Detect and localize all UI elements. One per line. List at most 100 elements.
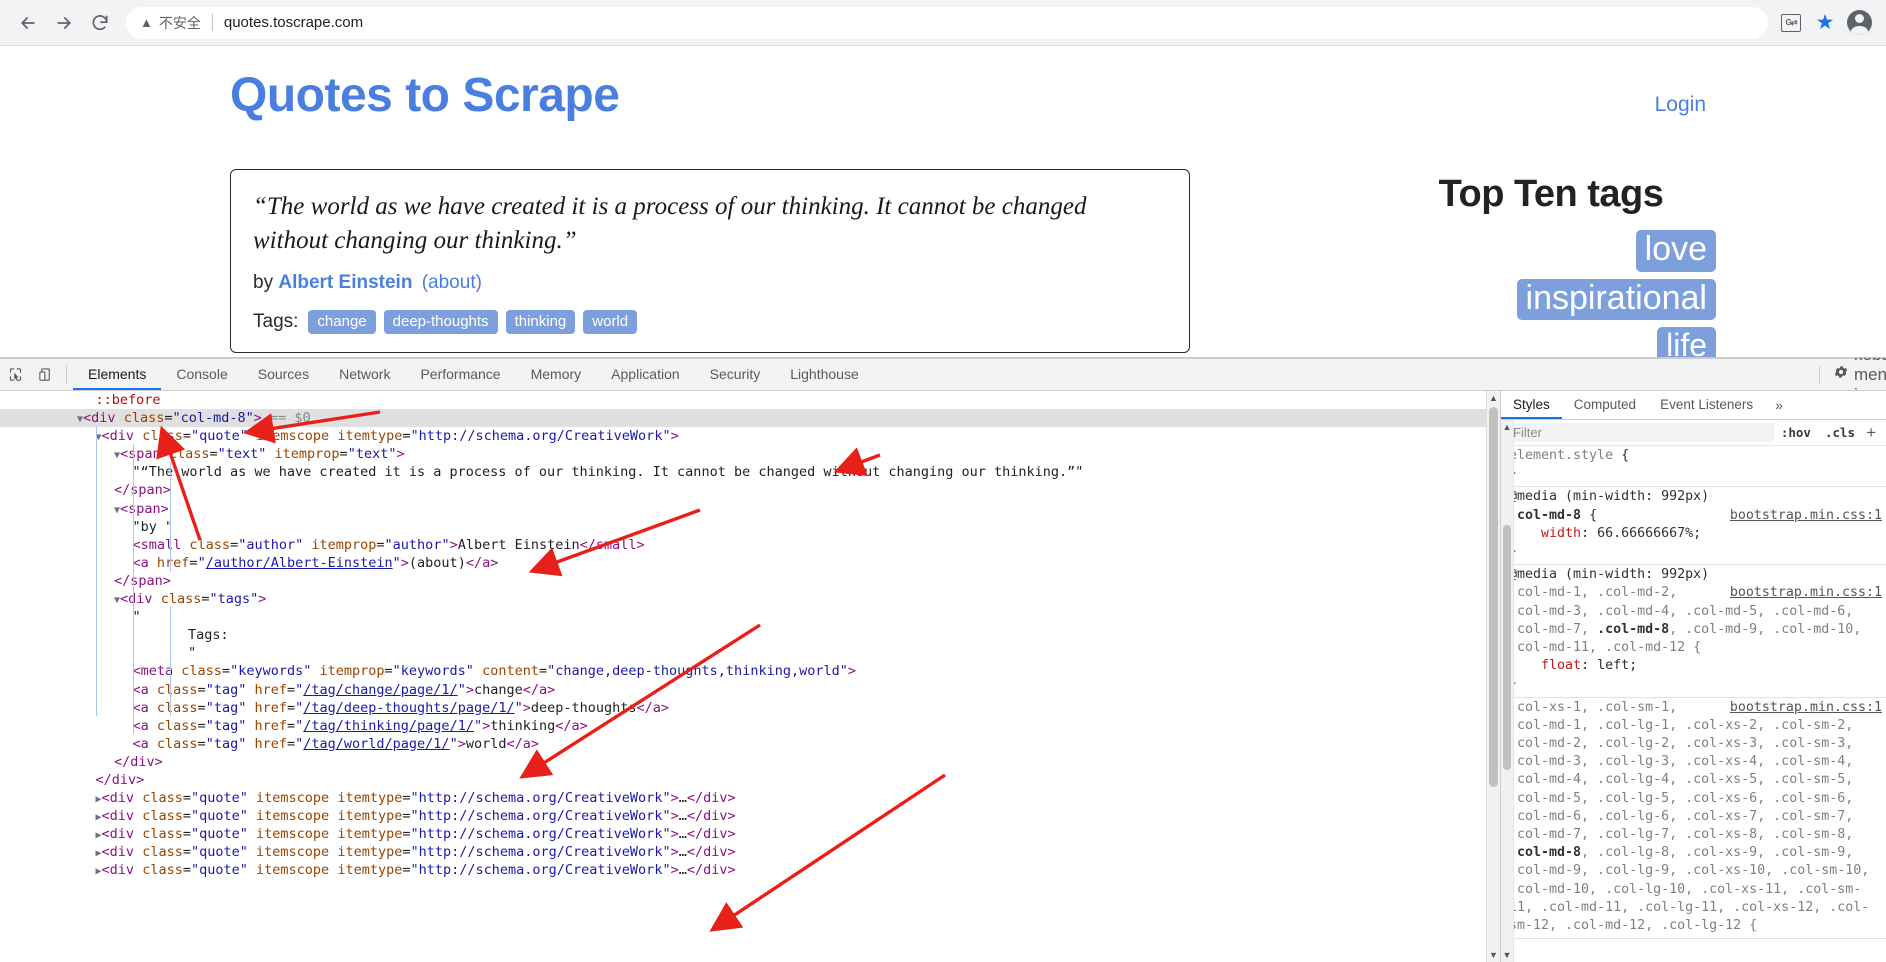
- dom-node-line[interactable]: ▶<div class="quote" itemscope itemtype="…: [0, 861, 1500, 879]
- dom-node-line[interactable]: <a class="tag" href="/tag/change/page/1/…: [0, 681, 1500, 699]
- tree-guide-line: [170, 606, 171, 716]
- tab-performance[interactable]: Performance: [405, 359, 515, 390]
- profile-avatar-icon[interactable]: [1842, 6, 1876, 40]
- tag-cloud: love inspirational life: [1386, 230, 1716, 358]
- dom-node-line[interactable]: "“The world as we have created it is a p…: [0, 463, 1500, 481]
- rule-selector[interactable]: bootstrap.min.css:1.col-md-1, .col-md-2,: [1509, 584, 1886, 602]
- dom-node-line[interactable]: <a class="tag" href="/tag/thinking/page/…: [0, 717, 1500, 735]
- cloud-tag-love[interactable]: love: [1636, 230, 1716, 272]
- dom-node-line[interactable]: ": [0, 608, 1500, 626]
- stylesheet-source-link[interactable]: bootstrap.min.css:1: [1730, 699, 1886, 717]
- rule-selector-cont: .col-md-1, .col-lg-1, .col-xs-2, .col-sm…: [1509, 717, 1886, 735]
- cls-toggle[interactable]: .cls: [1818, 425, 1862, 440]
- devtools-panel: Elements Console Sources Network Perform…: [0, 358, 1886, 962]
- dom-node-line[interactable]: ▼<span>: [0, 500, 1500, 518]
- dom-node-line[interactable]: ▶<div class="quote" itemscope itemtype="…: [0, 843, 1500, 861]
- styles-filter-input[interactable]: [1507, 423, 1774, 442]
- dom-node-line[interactable]: <a href="/author/Albert-Einstein">(about…: [0, 554, 1500, 572]
- tab-computed[interactable]: Computed: [1562, 391, 1648, 419]
- quotes-column: “The world as we have created it is a pr…: [230, 169, 1190, 353]
- tab-elements[interactable]: Elements: [73, 359, 161, 390]
- dom-node-line[interactable]: </span>: [0, 481, 1500, 499]
- bookmark-star-icon[interactable]: ★: [1808, 6, 1842, 40]
- hov-toggle[interactable]: :hov: [1774, 425, 1818, 440]
- dom-node-line[interactable]: </div>: [0, 753, 1500, 771]
- styles-scroll-down-arrow[interactable]: ▼: [1501, 950, 1513, 960]
- tab-sources[interactable]: Sources: [243, 359, 324, 390]
- tab-application[interactable]: Application: [596, 359, 695, 390]
- cloud-tag-life[interactable]: life: [1657, 327, 1716, 358]
- tag-link[interactable]: deep-thoughts: [384, 310, 498, 334]
- dom-node-line[interactable]: <a class="tag" href="/tag/deep-thoughts/…: [0, 699, 1500, 717]
- inspect-cursor-icon[interactable]: [0, 359, 30, 390]
- tab-security[interactable]: Security: [695, 359, 776, 390]
- security-status-label: 不安全: [159, 13, 201, 33]
- scroll-up-arrow[interactable]: ▲: [1487, 393, 1500, 403]
- dom-tree-pane[interactable]: ••• ::before▼<div class="col-md-8"> == $…: [0, 391, 1500, 962]
- dom-node-line[interactable]: "by ": [0, 518, 1500, 536]
- rule-selector-cont: .col-md-4, .col-lg-4, .col-xs-5, .col-sm…: [1509, 771, 1886, 789]
- tab-network[interactable]: Network: [324, 359, 405, 390]
- dom-tree-scrollbar[interactable]: ▲ ▼: [1486, 391, 1500, 962]
- dom-node-line[interactable]: ": [0, 644, 1500, 662]
- tab-event-listeners[interactable]: Event Listeners: [1648, 391, 1765, 419]
- tab-styles[interactable]: Styles: [1501, 391, 1562, 419]
- top-tags-heading: Top Ten tags: [1386, 173, 1716, 216]
- url-text: quotes.toscrape.com: [224, 14, 363, 31]
- stylesheet-source-link[interactable]: bootstrap.min.css:1: [1730, 584, 1886, 602]
- cloud-tag-inspirational[interactable]: inspirational: [1517, 279, 1716, 321]
- rule-selector-cont: .col-md-11, .col-md-12 {: [1509, 639, 1886, 657]
- new-style-rule-button[interactable]: +: [1862, 423, 1880, 443]
- dom-node-line[interactable]: ::before: [0, 391, 1500, 409]
- dom-node-line[interactable]: ▼<span class="text" itemprop="text">: [0, 445, 1500, 463]
- tab-memory[interactable]: Memory: [516, 359, 597, 390]
- dom-node-line[interactable]: Tags:: [0, 626, 1500, 644]
- style-rule[interactable]: bootstrap.min.css:1.col-xs-1, .col-sm-1,…: [1509, 698, 1886, 940]
- author-name[interactable]: Albert Einstein: [278, 272, 412, 293]
- tag-link[interactable]: change: [308, 310, 375, 334]
- dom-node-line[interactable]: <a class="tag" href="/tag/world/page/1/"…: [0, 735, 1500, 753]
- styles-scrollbar-thumb[interactable]: [1503, 525, 1511, 770]
- dom-node-line[interactable]: ▼<div class="tags">: [0, 590, 1500, 608]
- scrollbar-thumb[interactable]: [1489, 407, 1498, 787]
- css-declaration[interactable]: float: left;: [1509, 657, 1886, 675]
- style-rule[interactable]: element.style {}: [1509, 446, 1886, 487]
- site-title[interactable]: Quotes to Scrape: [230, 68, 619, 123]
- dom-node-line[interactable]: </div>: [0, 771, 1500, 789]
- tab-console[interactable]: Console: [161, 359, 242, 390]
- about-link[interactable]: (about): [422, 272, 482, 293]
- styles-scroll-up-arrow[interactable]: ▲: [1501, 422, 1513, 432]
- dom-node-line[interactable]: ▶<div class="quote" itemscope itemtype="…: [0, 789, 1500, 807]
- dom-node-line[interactable]: ▶<div class="quote" itemscope itemtype="…: [0, 825, 1500, 843]
- stylesheet-source-link[interactable]: bootstrap.min.css:1: [1730, 507, 1886, 525]
- device-toolbar-icon[interactable]: [30, 359, 60, 390]
- style-rule[interactable]: @media (min-width: 992px)bootstrap.min.c…: [1509, 487, 1886, 565]
- forward-arrow-icon[interactable]: [46, 5, 82, 41]
- dom-node-line[interactable]: <small class="author" itemprop="author">…: [0, 536, 1500, 554]
- tag-link[interactable]: world: [583, 310, 637, 334]
- reload-icon[interactable]: [82, 5, 118, 41]
- style-rule[interactable]: @media (min-width: 992px)bootstrap.min.c…: [1509, 565, 1886, 697]
- dom-tree[interactable]: ::before▼<div class="col-md-8"> == $0▼<d…: [0, 391, 1500, 880]
- scroll-down-arrow[interactable]: ▼: [1487, 950, 1500, 960]
- styles-scrollbar[interactable]: ▲ ▼: [1501, 420, 1514, 962]
- back-arrow-icon[interactable]: [10, 5, 46, 41]
- css-declaration[interactable]: width: 66.66666667%;: [1509, 525, 1886, 543]
- translate-icon[interactable]: G⇄: [1774, 6, 1808, 40]
- gear-icon[interactable]: [1828, 364, 1854, 385]
- tab-lighthouse[interactable]: Lighthouse: [775, 359, 874, 390]
- dom-node-line[interactable]: </span>: [0, 572, 1500, 590]
- dom-node-line[interactable]: ▼<div class="col-md-8"> == $0: [0, 409, 1500, 427]
- rule-selector-cont: .col-md-3, .col-lg-3, .col-xs-4, .col-sm…: [1509, 753, 1886, 771]
- tag-link[interactable]: thinking: [506, 310, 576, 334]
- rule-selector[interactable]: bootstrap.min.css:1.col-xs-1, .col-sm-1,: [1509, 699, 1886, 717]
- address-bar[interactable]: ▲ 不安全 quotes.toscrape.com: [126, 7, 1768, 39]
- styles-rules-list[interactable]: element.style {}@media (min-width: 992px…: [1501, 446, 1886, 962]
- rule-selector[interactable]: element.style {: [1509, 447, 1886, 465]
- dom-node-line[interactable]: <meta class="keywords" itemprop="keyword…: [0, 662, 1500, 680]
- dom-node-line[interactable]: ▼<div class="quote" itemscope itemtype="…: [0, 427, 1500, 445]
- styles-overflow-icon[interactable]: »: [1765, 391, 1793, 419]
- dom-node-line[interactable]: ▶<div class="quote" itemscope itemtype="…: [0, 807, 1500, 825]
- rule-selector[interactable]: bootstrap.min.css:1.col-md-8 {: [1509, 507, 1886, 525]
- login-link[interactable]: Login: [1655, 93, 1706, 117]
